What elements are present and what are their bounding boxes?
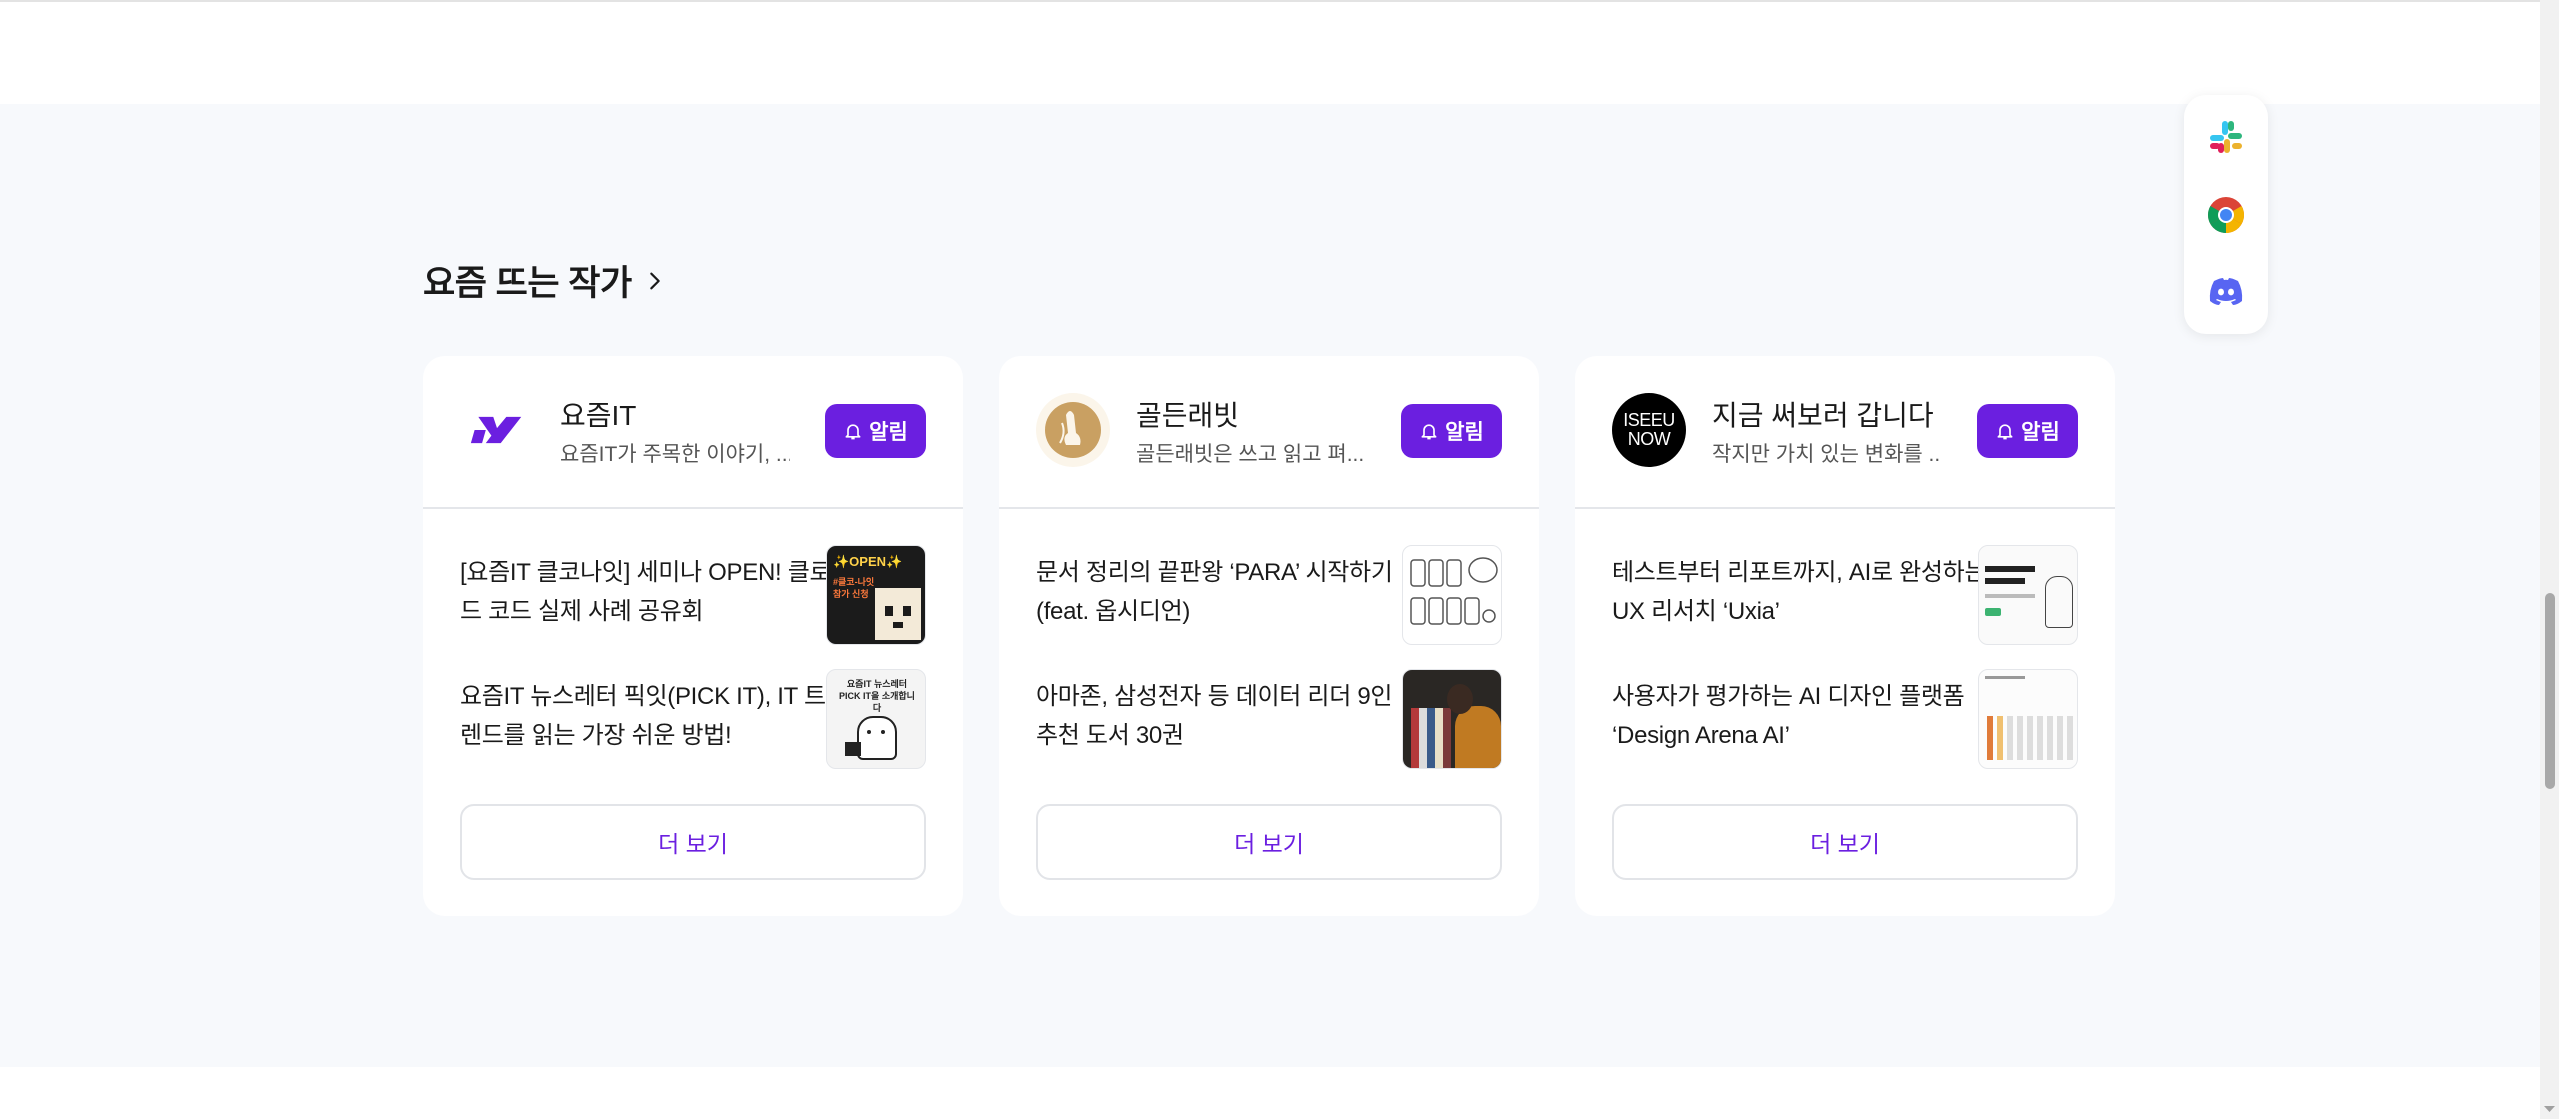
alarm-button[interactable]: 알림 <box>1401 404 1502 458</box>
author-card-header: ISEEU NOW 지금 써보러 갑니다 작지만 가치 있는 변화를 ... 알… <box>1575 356 2115 509</box>
slack-icon[interactable] <box>2206 117 2246 157</box>
bell-icon <box>1421 424 1437 440</box>
author-name[interactable]: 지금 써보러 갑니다 <box>1712 394 1934 434</box>
post-item[interactable]: 테스트부터 리포트까지, AI로 완성하는 UX 리서치 ‘Uxia’ <box>1612 545 2078 645</box>
discord-icon[interactable] <box>2206 271 2246 311</box>
scrollbar-track[interactable] <box>2540 0 2559 1119</box>
post-item[interactable]: 아마존, 삼성전자 등 데이터 리더 9인 추천 도서 30권 <box>1036 669 1502 769</box>
post-title[interactable]: 테스트부터 리포트까지, AI로 완성하는 UX 리서치 ‘Uxia’ <box>1612 553 1992 631</box>
post-item[interactable]: 사용자가 평가하는 AI 디자인 플랫폼 ‘Design Arena AI’ <box>1612 669 2078 769</box>
post-item[interactable]: 요즘IT 뉴스레터 픽잇(PICK IT), IT 트렌드를 읽는 가장 쉬운 … <box>460 669 926 769</box>
book-stack-image <box>1411 708 1451 768</box>
thumbnail-text: 요즘IT 뉴스레터 PICK IT을 소개합니다 <box>839 679 915 713</box>
ui-mockup-button <box>1985 608 2001 616</box>
avatar[interactable] <box>1036 393 1110 467</box>
post-item[interactable]: [요즘IT 클코나잇] 세미나 OPEN! 클로드 코드 실제 사례 공유회 ✨… <box>460 545 926 645</box>
post-thumbnail[interactable] <box>1978 669 2078 769</box>
ui-mockup-line <box>1985 594 2035 598</box>
person-image <box>1455 706 1501 768</box>
alarm-button[interactable]: 알림 <box>825 404 926 458</box>
iseeu-logo-text: ISEEU NOW <box>1623 410 1675 449</box>
author-card-header: 요즘IT 요즘IT가 주목한 이야기, ... 알림 <box>423 356 963 509</box>
post-item[interactable]: 문서 정리의 끝판왕 ‘PARA’ 시작하기(feat. 옵시디언) <box>1036 545 1502 645</box>
bar-graph-image <box>1985 676 2073 760</box>
post-title[interactable]: 아마존, 삼성전자 등 데이터 리더 9인 추천 도서 30권 <box>1036 677 1416 755</box>
cat-character-image <box>857 716 897 760</box>
alarm-label: 알림 <box>2021 421 2060 444</box>
author-description: 요즘IT가 주목한 이야기, ... <box>560 443 790 466</box>
thumbnail-sub-text: #클코-나잇 참가 신청 <box>833 577 875 599</box>
ui-mockup-line <box>1985 578 2025 584</box>
author-name[interactable]: 요즘IT <box>560 394 636 434</box>
more-button[interactable]: 더 보기 <box>1036 804 1502 880</box>
post-thumbnail[interactable] <box>1978 545 2078 645</box>
post-title[interactable]: [요즘IT 클코나잇] 세미나 OPEN! 클로드 코드 실제 사례 공유회 <box>460 553 840 631</box>
author-description: 골든래빗은 쓰고 읽고 펴... <box>1136 443 1365 466</box>
ui-mockup-image <box>1985 566 2035 572</box>
yozmit-logo-icon <box>470 416 522 444</box>
avatar[interactable] <box>460 393 534 467</box>
bell-icon <box>845 424 861 440</box>
pixel-character-image <box>875 588 921 640</box>
illustration-figure <box>2045 576 2073 628</box>
chevron-right-icon <box>649 272 660 289</box>
author-description: 작지만 가치 있는 변화를 ... <box>1712 443 1942 466</box>
author-card-iseeunow: ISEEU NOW 지금 써보러 갑니다 작지만 가치 있는 변화를 ... 알… <box>1575 356 2115 916</box>
avatar[interactable]: ISEEU NOW <box>1612 393 1686 467</box>
scrollbar-thumb[interactable] <box>2545 593 2555 789</box>
post-thumbnail[interactable] <box>1402 545 1502 645</box>
floating-share-bar <box>2184 95 2268 334</box>
author-name[interactable]: 골든래빗 <box>1136 394 1239 434</box>
more-button[interactable]: 더 보기 <box>460 804 926 880</box>
author-card-header: 골든래빗 골든래빗은 쓰고 읽고 펴... 알림 <box>999 356 1539 509</box>
alarm-label: 알림 <box>1445 421 1484 444</box>
goldenrabbit-logo-icon <box>1045 402 1101 458</box>
author-card-goldenrabbit: 골든래빗 골든래빗은 쓰고 읽고 펴... 알림 문서 정리의 끝판왕 ‘PAR… <box>999 356 1539 916</box>
section-title-text: 요즘 뜨는 작가 <box>423 264 632 303</box>
top-divider <box>0 0 2540 2</box>
chrome-icon[interactable] <box>2206 195 2246 235</box>
more-button[interactable]: 더 보기 <box>1612 804 2078 880</box>
head-image <box>1447 684 1473 714</box>
laptop-image <box>845 742 861 756</box>
post-thumbnail[interactable]: 요즘IT 뉴스레터 PICK IT을 소개합니다 <box>826 669 926 769</box>
post-thumbnail[interactable]: ✨OPEN✨ #클코-나잇 참가 신청 <box>826 545 926 645</box>
scroll-down-arrow-icon[interactable] <box>2541 1101 2558 1117</box>
phone-sketch-image <box>1410 557 1498 625</box>
post-title[interactable]: 요즘IT 뉴스레터 픽잇(PICK IT), IT 트렌드를 읽는 가장 쉬운 … <box>460 677 840 755</box>
post-title[interactable]: 사용자가 평가하는 AI 디자인 플랫폼 ‘Design Arena AI’ <box>1612 677 1992 755</box>
author-card-yozmit: 요즘IT 요즘IT가 주목한 이야기, ... 알림 [요즘IT 클코나잇] 세… <box>423 356 963 916</box>
alarm-button[interactable]: 알림 <box>1977 404 2078 458</box>
post-thumbnail[interactable] <box>1402 669 1502 769</box>
thumbnail-banner-text: ✨OPEN✨ <box>833 554 903 569</box>
section-title[interactable]: 요즘 뜨는 작가 <box>423 255 666 306</box>
alarm-label: 알림 <box>869 421 908 444</box>
post-title[interactable]: 문서 정리의 끝판왕 ‘PARA’ 시작하기(feat. 옵시디언) <box>1036 553 1416 631</box>
bell-icon <box>1997 424 2013 440</box>
